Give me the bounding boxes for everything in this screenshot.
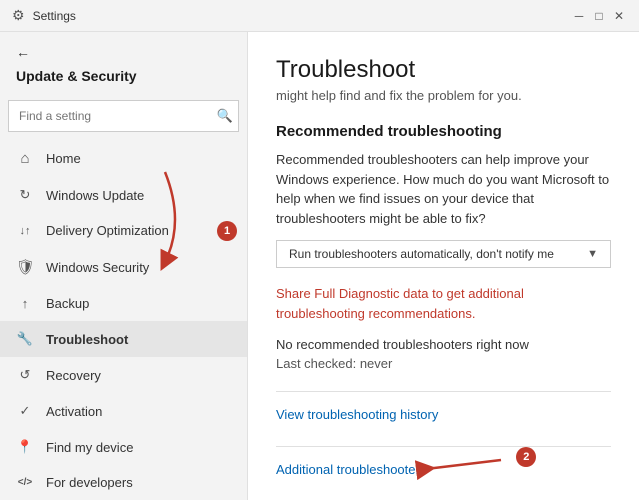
annotation-badge-2: 2 [516, 447, 536, 467]
recovery-icon: ↺ [16, 367, 34, 383]
sidebar-item-backup[interactable]: ↑ Backup [0, 286, 247, 321]
annotation-badge-1: 1 [217, 221, 237, 241]
recommended-heading: Recommended troubleshooting [276, 123, 611, 140]
sidebar-item-troubleshoot[interactable]: 🔧 Troubleshoot [0, 321, 247, 357]
windows-security-icon: 🛡 [16, 258, 34, 276]
activation-icon: ✓ [16, 403, 34, 419]
maximize-button[interactable]: □ [591, 8, 607, 24]
minimize-button[interactable]: ─ [571, 8, 587, 24]
share-diagnostic-link[interactable]: Share Full Diagnostic data to get additi… [276, 284, 611, 323]
dropdown-value: Run troubleshooters automatically, don't… [289, 247, 554, 261]
dropdown-arrow-icon: ▼ [587, 248, 598, 260]
arrow-annotation-2 [416, 455, 506, 485]
sidebar: ← Update & Security 🔍 ⌂ Home ↻ Windows U… [0, 32, 248, 500]
sidebar-item-label: Home [46, 151, 81, 166]
sidebar-item-label: Windows Security [46, 260, 149, 275]
titlebar-controls: ─ □ ✕ [571, 8, 627, 24]
close-button[interactable]: ✕ [611, 8, 627, 24]
sidebar-item-label: Windows Update [46, 188, 144, 203]
backup-icon: ↑ [16, 296, 34, 311]
last-checked-text: Last checked: never [276, 356, 611, 371]
sidebar-item-activation[interactable]: ✓ Activation [0, 393, 247, 429]
titlebar-title: Settings [33, 9, 76, 23]
back-button[interactable]: ← [16, 44, 231, 60]
sidebar-header: ← Update & Security [0, 32, 247, 100]
sidebar-item-label: Delivery Optimization [46, 223, 169, 238]
additional-troubleshooters-link[interactable]: Additional troubleshooters [276, 462, 426, 477]
sidebar-item-label: For developers [46, 475, 133, 490]
settings-icon: ⚙ [12, 7, 25, 24]
sidebar-item-for-developers[interactable]: </> For developers [0, 465, 247, 500]
troubleshoot-dropdown[interactable]: Run troubleshooters automatically, don't… [276, 240, 611, 268]
sidebar-item-label: Find my device [46, 440, 133, 455]
view-history-link[interactable]: View troubleshooting history [276, 407, 438, 422]
search-button[interactable]: 🔍 [217, 108, 233, 124]
page-title: Troubleshoot [276, 56, 611, 84]
page-subtitle: might help find and fix the problem for … [276, 88, 611, 103]
sidebar-item-label: Backup [46, 296, 89, 311]
for-developers-icon: </> [16, 477, 34, 488]
sidebar-item-label: Activation [46, 404, 102, 419]
no-recommended-text: No recommended troubleshooters right now [276, 337, 611, 352]
divider-2 [276, 446, 611, 447]
delivery-optimization-icon: ↓↑ [16, 225, 34, 237]
sidebar-item-delivery-optimization[interactable]: ↓↑ Delivery Optimization 1 [0, 213, 247, 248]
titlebar-left: ⚙ Settings [12, 7, 76, 24]
search-input[interactable] [8, 100, 239, 132]
windows-update-icon: ↻ [16, 187, 34, 203]
troubleshoot-icon: 🔧 [16, 331, 34, 347]
divider-1 [276, 391, 611, 392]
sidebar-section-title: Update & Security [16, 68, 231, 84]
back-icon: ← [16, 44, 30, 60]
find-my-device-icon: 📍 [16, 439, 34, 455]
recommended-desc: Recommended troubleshooters can help imp… [276, 150, 611, 228]
sidebar-item-find-my-device[interactable]: 📍 Find my device [0, 429, 247, 465]
search-box: 🔍 [8, 100, 239, 132]
sidebar-item-label: Recovery [46, 368, 101, 383]
titlebar: ⚙ Settings ─ □ ✕ [0, 0, 639, 32]
sidebar-item-label: Troubleshoot [46, 332, 128, 347]
sidebar-item-windows-update[interactable]: ↻ Windows Update [0, 177, 247, 213]
sidebar-item-recovery[interactable]: ↺ Recovery [0, 357, 247, 393]
sidebar-item-home[interactable]: ⌂ Home [0, 140, 247, 177]
sidebar-item-windows-security[interactable]: 🛡 Windows Security [0, 248, 247, 286]
content-area: Troubleshoot might help find and fix the… [248, 32, 639, 500]
home-icon: ⌂ [16, 150, 34, 167]
